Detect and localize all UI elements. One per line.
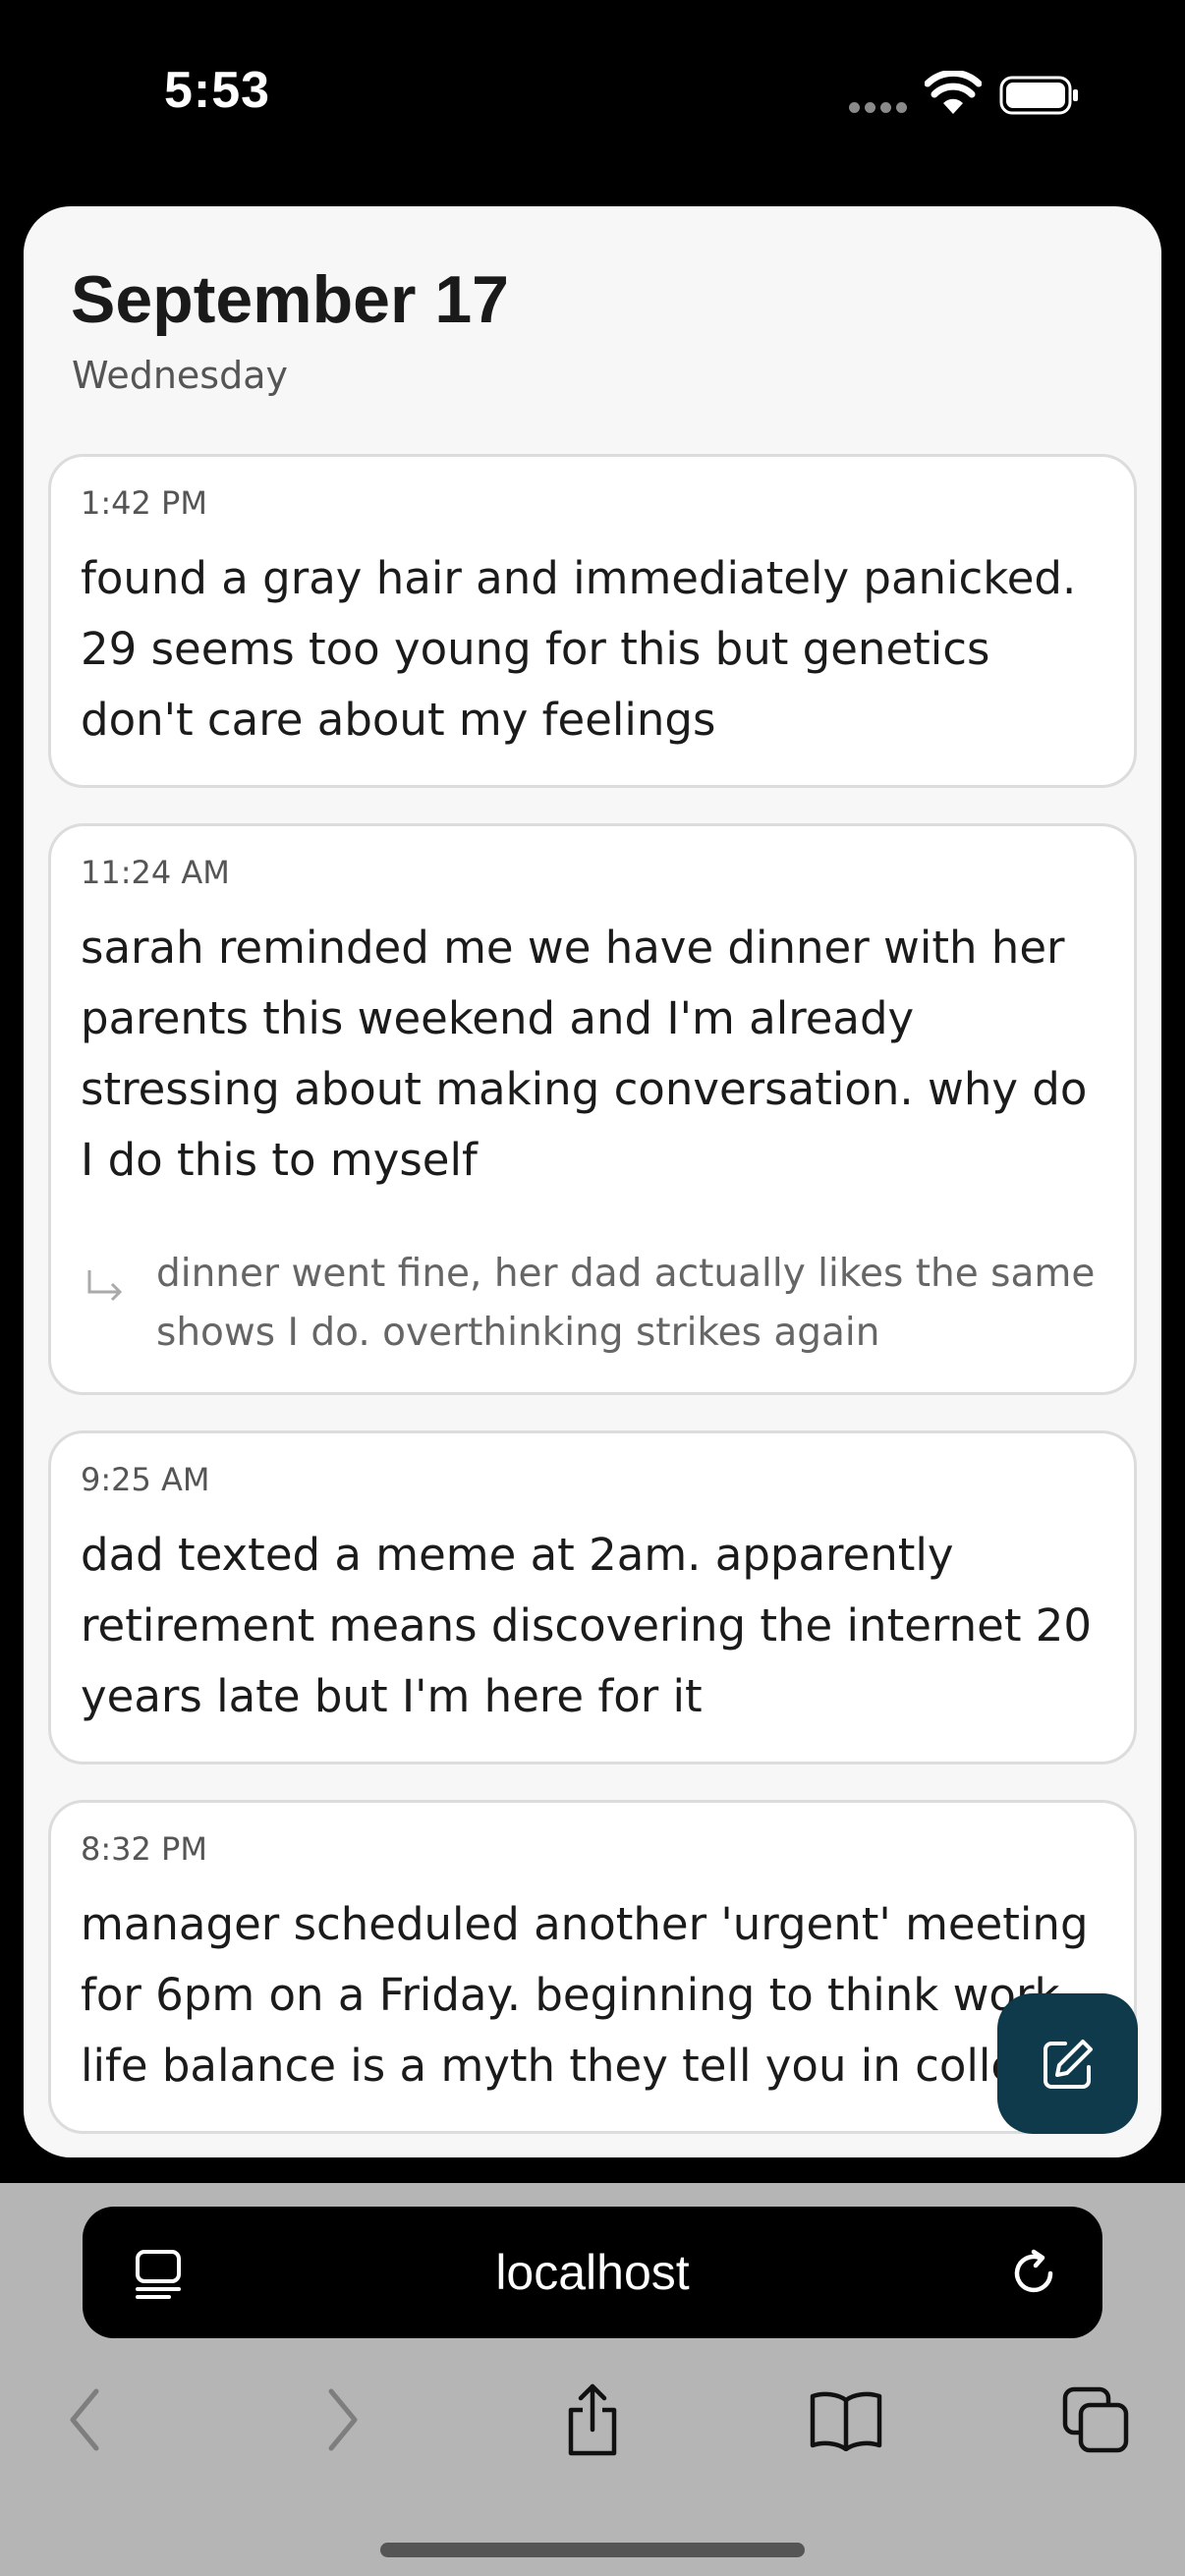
share-button[interactable] [548,2376,637,2464]
followup-text: dinner went fine, her dad actually likes… [156,1252,1096,1355]
entry-time: 11:24 AM [81,854,230,891]
page-subtitle: Wednesday [72,354,289,397]
reload-icon[interactable] [1010,2248,1059,2299]
browser-chrome: localhost [0,2183,1185,2576]
entry-time: 1:42 PM [81,484,207,522]
reply-arrow-icon [87,1270,123,1302]
browser-toolbar [0,2376,1185,2484]
journal-entry[interactable]: 1:42 PM found a gray hair and immediatel… [48,454,1137,788]
address-bar[interactable]: localhost [83,2207,1102,2338]
tabs-icon [1062,2386,1129,2453]
bookmarks-icon [810,2391,882,2451]
compose-button[interactable] [997,1993,1138,2134]
url-text[interactable]: localhost [83,2244,1102,2301]
back-button[interactable] [41,2376,130,2464]
entry-time: 8:32 PM [81,1830,207,1868]
forward-button[interactable] [298,2376,386,2464]
home-indicator [380,2543,805,2557]
entry-list: 1:42 PM found a gray hair and immediatel… [48,454,1137,2157]
journal-entry[interactable]: 8:32 PM manager scheduled another 'urgen… [48,1800,1137,2134]
status-time: 5:53 [164,62,271,119]
entry-text: sarah reminded me we have dinner with he… [81,922,1088,1186]
entry-time: 9:25 AM [81,1461,210,1498]
status-bar: 5:53 [0,0,1185,196]
page-title: September 17 [71,262,509,337]
entry-text: dad texted a meme at 2am. apparently ret… [81,1529,1093,1722]
journal-entry[interactable]: 9:25 AM dad texted a meme at 2am. appare… [48,1430,1137,1764]
entry-text: found a gray hair and immediately panick… [81,552,1077,746]
bookmarks-button[interactable] [802,2376,890,2464]
share-icon [568,2383,617,2456]
forward-icon [328,2388,358,2451]
back-icon [70,2388,99,2451]
journal-view: September 17 Wednesday 1:42 PM found a g… [24,206,1161,2157]
tabs-button[interactable] [1051,2376,1140,2464]
wifi-icon [925,71,982,114]
entry-text: manager scheduled another 'urgent' meeti… [81,1898,1089,2092]
battery-icon [999,76,1078,115]
entry-followup: dinner went fine, her dad actually likes… [81,1245,1104,1363]
cellular-signal-icon [849,102,908,116]
edit-icon [1043,2039,1093,2089]
journal-entry[interactable]: 11:24 AM sarah reminded me we have dinne… [48,823,1137,1395]
